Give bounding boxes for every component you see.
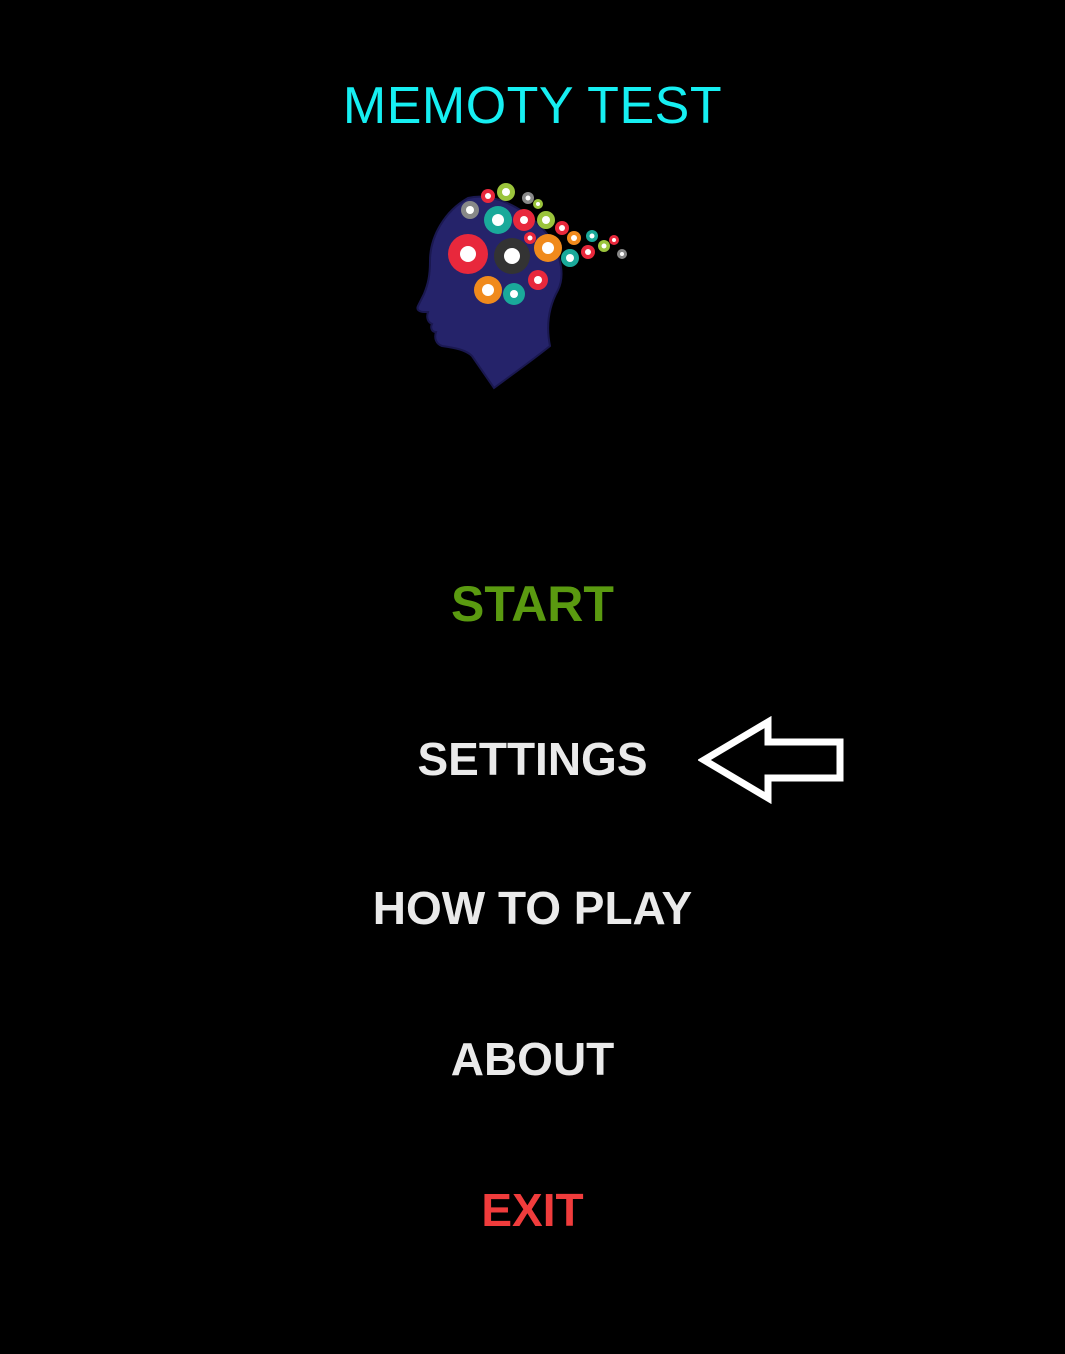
exit-button[interactable]: EXIT [0, 1182, 1065, 1238]
about-button[interactable]: ABOUT [0, 1031, 1065, 1087]
start-button[interactable]: START [0, 576, 1065, 632]
brain-gears-head-icon [416, 183, 627, 390]
page-title: MEMOTY TEST [342, 77, 723, 135]
settings-button[interactable]: SETTINGS [0, 731, 1065, 787]
how-to-play-button[interactable]: HOW TO PLAY [0, 880, 1065, 936]
left-arrow-icon [698, 716, 844, 804]
